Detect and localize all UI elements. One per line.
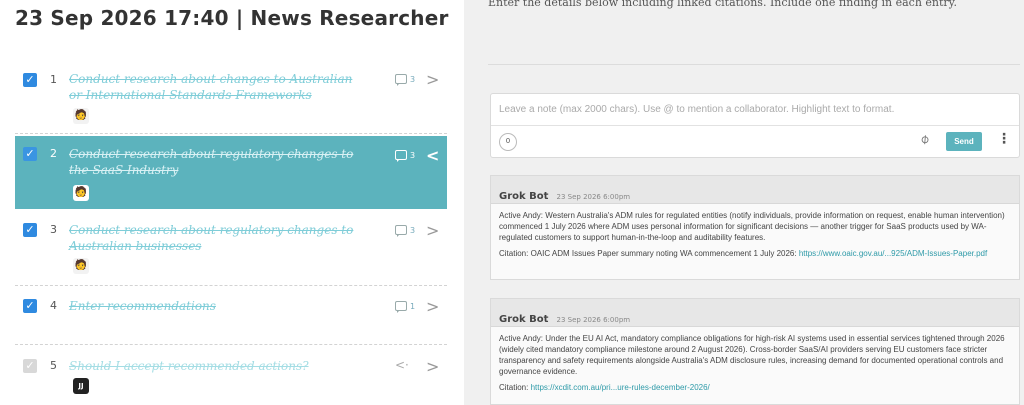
comment-count: 3 [410, 226, 416, 235]
comment-author: Grok Bot [499, 314, 549, 325]
kebab-menu-icon[interactable]: ⋮ [997, 131, 1011, 147]
note-input[interactable] [491, 94, 1019, 126]
comment-card: Grok Bot 23 Sep 2026 6:00pm Active Andy:… [490, 175, 1020, 280]
comment-count: 3 [410, 75, 416, 84]
task-item-active[interactable]: ✓ 2 Conduct research about regulatory ch… [15, 136, 447, 209]
comment-text: Active Andy: Under the EU AI Act, mandat… [499, 334, 1005, 376]
task-meta: 3 < [395, 146, 445, 165]
send-button[interactable]: Send [946, 132, 982, 151]
comment-icon [395, 301, 407, 313]
check-icon: ✓ [23, 359, 37, 373]
instructions-text: Enter the details below including linked… [488, 0, 957, 9]
citation-link[interactable]: https://www.oaic.gov.au/...925/ADM-Issue… [799, 249, 987, 258]
avatar: JJ [73, 378, 89, 394]
task-title[interactable]: Should I accept recommended actions? [69, 358, 369, 374]
citation: Citation: https://xcdit.com.au/pri...ure… [499, 382, 1011, 393]
task-title[interactable]: Conduct research about regulatory change… [69, 146, 369, 178]
paperclip-icon[interactable]: ⌀ [917, 131, 933, 148]
task-meta: 3 > [395, 70, 445, 89]
citation-prefix: Citation: [499, 383, 531, 392]
comment-body: Active Andy: Under the EU AI Act, mandat… [491, 327, 1019, 393]
check-icon[interactable]: ✓ [23, 299, 37, 313]
divider [488, 64, 1020, 65]
citation-link[interactable]: https://xcdit.com.au/pri...ure-rules-dec… [531, 383, 710, 392]
check-icon[interactable]: ✓ [23, 223, 37, 237]
comment-count: 3 [410, 151, 416, 160]
comment-count: 1 [410, 302, 416, 311]
task-meta: 1 > [395, 297, 445, 316]
page-title: 23 Sep 2026 17:40 | News Researcher [15, 6, 449, 30]
task-title[interactable]: Conduct research about changes to Austra… [69, 71, 369, 103]
task-title[interactable]: Conduct research about regulatory change… [69, 222, 369, 254]
comment-text: Active Andy: Western Australia's ADM rul… [499, 211, 1005, 242]
detail-panel: Enter the details below including linked… [464, 0, 1024, 405]
share-icon[interactable]: <· [395, 358, 409, 372]
task-number: 5 [50, 359, 57, 372]
task-number: 1 [50, 73, 57, 86]
avatar: 🧑 [73, 108, 89, 124]
avatar: 🧑 [73, 258, 89, 274]
task-item[interactable]: ✓ 4 Enter recommendations 1 > [15, 286, 447, 345]
note-composer: 0 ⌀ Send ⋮ [490, 93, 1020, 158]
comment-body: Active Andy: Western Australia's ADM rul… [491, 204, 1019, 259]
check-icon[interactable]: ✓ [23, 147, 37, 161]
avatar: 🧑 [73, 185, 89, 201]
task-title[interactable]: Enter recommendations [69, 298, 369, 314]
chevron-left-icon[interactable]: < [426, 146, 439, 165]
check-icon[interactable]: ✓ [23, 73, 37, 87]
task-meta: <· > [395, 357, 445, 376]
chevron-right-icon[interactable]: > [426, 70, 439, 89]
task-number: 2 [50, 147, 57, 160]
task-item[interactable]: ✓ 5 Should I accept recommended actions?… [15, 345, 447, 405]
comment-header: Grok Bot 23 Sep 2026 6:00pm [491, 176, 1019, 204]
chevron-right-icon[interactable]: > [426, 297, 439, 316]
comment-author: Grok Bot [499, 191, 549, 202]
comment-icon [395, 150, 407, 162]
comment-card: Grok Bot 23 Sep 2026 6:00pm Active Andy:… [490, 298, 1020, 405]
comment-icon [395, 225, 407, 237]
char-counter: 0 [499, 133, 517, 151]
citation: Citation: OAIC ADM Issues Paper summary … [499, 248, 1011, 259]
task-item[interactable]: ✓ 1 Conduct research about changes to Au… [15, 64, 447, 134]
comment-timestamp: 23 Sep 2026 6:00pm [556, 316, 631, 324]
chevron-right-icon[interactable]: > [426, 221, 439, 240]
comment-timestamp: 23 Sep 2026 6:00pm [556, 193, 631, 201]
citation-prefix: Citation: OAIC ADM Issues Paper summary … [499, 249, 799, 258]
task-number: 3 [50, 223, 57, 236]
comment-icon [395, 74, 407, 86]
task-number: 4 [50, 299, 57, 312]
task-panel: 23 Sep 2026 17:40 | News Researcher ✓ 1 … [0, 0, 464, 405]
task-item[interactable]: ✓ 3 Conduct research about regulatory ch… [15, 213, 447, 286]
chevron-right-icon[interactable]: > [426, 357, 439, 376]
task-meta: 3 > [395, 221, 445, 240]
comment-header: Grok Bot 23 Sep 2026 6:00pm [491, 299, 1019, 327]
